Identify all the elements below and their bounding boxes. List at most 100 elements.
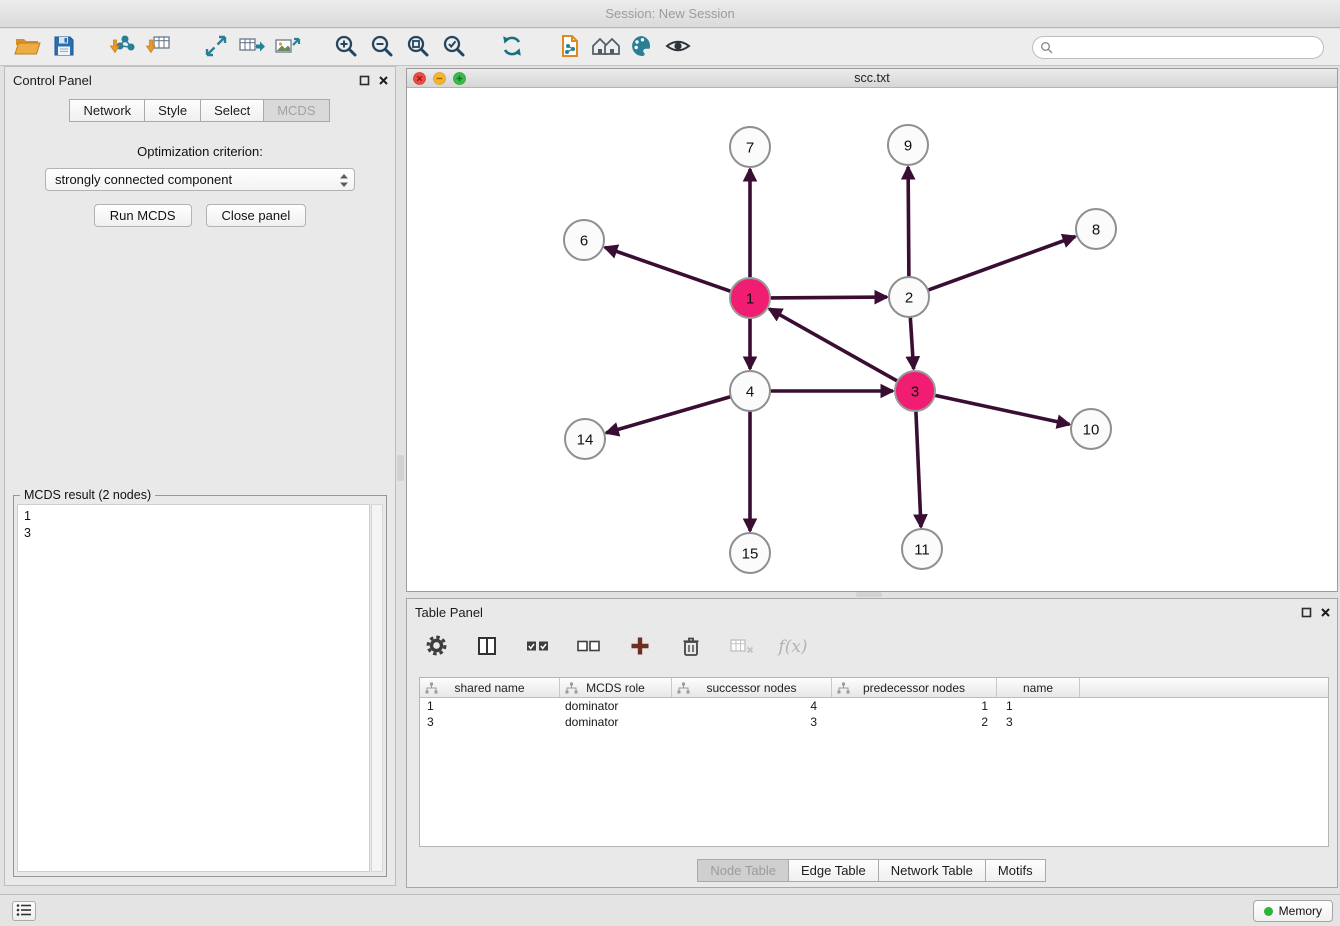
export-table-button[interactable] (234, 32, 270, 62)
graph-node-9[interactable]: 9 (888, 125, 928, 165)
network-window-titlebar[interactable]: scc.txt (407, 69, 1337, 88)
horizontal-splitter-handle[interactable] (856, 592, 882, 597)
zoom-out-button[interactable] (364, 32, 400, 62)
graph-node-11[interactable]: 11 (902, 529, 942, 569)
table-row[interactable]: 1 dominator 4 1 1 (420, 698, 1328, 714)
cell-name[interactable]: 1 (997, 699, 1080, 713)
column-header-mcds-role[interactable]: MCDS role (560, 678, 672, 697)
zoom-selected-button[interactable] (436, 32, 472, 62)
delete-row-button[interactable] (676, 632, 706, 662)
graph-node-1[interactable]: 1 (730, 278, 770, 318)
graph-node-2[interactable]: 2 (889, 277, 929, 317)
network-canvas[interactable]: 7 9 6 8 1 2 4 3 14 10 15 11 (407, 88, 1337, 593)
graph-node-10[interactable]: 10 (1071, 409, 1111, 449)
cell-predecessor-nodes[interactable]: 1 (832, 699, 997, 713)
tab-node-table[interactable]: Node Table (697, 859, 789, 882)
column-header-predecessor-nodes[interactable]: predecessor nodes (832, 678, 997, 697)
graph-edge-2-9[interactable] (908, 167, 909, 277)
window-titlebar[interactable]: Session: New Session (0, 0, 1340, 28)
plus-icon (629, 635, 651, 660)
zoom-out-icon (369, 33, 395, 62)
result-scrollbar[interactable] (371, 504, 383, 872)
column-header-successor-nodes[interactable]: successor nodes (672, 678, 832, 697)
mcds-result-text[interactable]: 1 3 (17, 504, 370, 872)
cell-successor-nodes[interactable]: 4 (672, 699, 832, 713)
refresh-layout-button[interactable] (494, 32, 530, 62)
deselect-all-columns-button[interactable] (574, 632, 604, 662)
cell-mcds-role[interactable]: dominator (560, 699, 672, 713)
run-mcds-button[interactable]: Run MCDS (94, 204, 192, 227)
zoom-in-button[interactable] (328, 32, 364, 62)
tab-style[interactable]: Style (144, 99, 201, 122)
cell-shared-name[interactable]: 3 (420, 715, 560, 729)
table-settings-button[interactable] (421, 632, 451, 662)
tab-network[interactable]: Network (69, 99, 145, 122)
graph-node-8[interactable]: 8 (1076, 209, 1116, 249)
import-network-button[interactable] (104, 32, 140, 62)
task-history-button[interactable] (12, 901, 36, 921)
graph-edge-3-11[interactable] (916, 411, 921, 527)
column-hierarchy-icon (565, 682, 578, 697)
column-header-name[interactable]: name (997, 678, 1080, 697)
function-builder-button[interactable]: f(x) (778, 632, 808, 662)
graph-node-7[interactable]: 7 (730, 127, 770, 167)
search-icon (1040, 41, 1053, 59)
column-header-shared-name[interactable]: shared name (420, 678, 560, 697)
memory-button[interactable]: Memory (1253, 900, 1333, 922)
search-input[interactable] (1032, 36, 1324, 59)
select-all-columns-button[interactable] (523, 632, 553, 662)
trash-icon (680, 635, 702, 660)
network-window-title: scc.txt (407, 69, 1337, 87)
table-panel-header: Table Panel (407, 599, 1337, 625)
graph-edge-1-6[interactable] (605, 247, 731, 291)
graph-edge-4-14[interactable] (606, 397, 731, 433)
cell-name[interactable]: 3 (997, 715, 1080, 729)
graph-node-14[interactable]: 14 (565, 419, 605, 459)
show-hide-panels-button[interactable] (660, 32, 696, 62)
cell-shared-name[interactable]: 1 (420, 699, 560, 713)
table-row[interactable]: 3 dominator 3 2 3 (420, 714, 1328, 730)
graph-node-3[interactable]: 3 (895, 371, 935, 411)
new-network-from-selection-button[interactable] (198, 32, 234, 62)
graph-edge-2-3[interactable] (910, 317, 913, 369)
column-hierarchy-icon (425, 682, 438, 697)
zoom-fit-button[interactable] (400, 32, 436, 62)
float-panel-icon[interactable] (359, 73, 370, 91)
close-panel-icon[interactable] (378, 73, 389, 91)
cell-successor-nodes[interactable]: 3 (672, 715, 832, 729)
apply-style-button[interactable] (624, 32, 660, 62)
tab-select[interactable]: Select (200, 99, 264, 122)
home-layout-button[interactable] (588, 32, 624, 62)
table-toolbar: f(x) (421, 625, 808, 669)
graph-edge-1-2[interactable] (770, 297, 887, 298)
close-panel-button[interactable]: Close panel (206, 204, 307, 227)
style-palette-icon (629, 33, 655, 62)
import-table-button[interactable] (140, 32, 176, 62)
open-file-button[interactable] (10, 32, 46, 62)
export-image-button[interactable] (270, 32, 306, 62)
table-panel-tabs: Node Table Edge Table Network Table Moti… (407, 859, 1337, 882)
delete-table-button[interactable] (727, 632, 757, 662)
close-panel-icon[interactable] (1320, 605, 1331, 623)
tab-network-table[interactable]: Network Table (878, 859, 986, 882)
criterion-dropdown[interactable]: strongly connected component (45, 168, 355, 191)
tab-motifs[interactable]: Motifs (985, 859, 1046, 882)
cell-mcds-role[interactable]: dominator (560, 715, 672, 729)
float-panel-icon[interactable] (1301, 605, 1312, 623)
graph-node-15[interactable]: 15 (730, 533, 770, 573)
add-row-button[interactable] (625, 632, 655, 662)
graph-edge-2-8[interactable] (928, 237, 1076, 291)
import-public-database-button[interactable] (552, 32, 588, 62)
graph-node-4[interactable]: 4 (730, 371, 770, 411)
tab-edge-table[interactable]: Edge Table (788, 859, 879, 882)
graph-edge-3-10[interactable] (935, 395, 1070, 424)
control-panel-tabs: Network Style Select MCDS (5, 99, 395, 122)
vertical-splitter-handle[interactable] (397, 455, 404, 481)
graph-node-6[interactable]: 6 (564, 220, 604, 260)
save-session-button[interactable] (46, 32, 82, 62)
memory-label: Memory (1279, 904, 1322, 918)
tab-mcds[interactable]: MCDS (263, 99, 329, 122)
show-columns-button[interactable] (472, 632, 502, 662)
cell-predecessor-nodes[interactable]: 2 (832, 715, 997, 729)
graph-edge-3-1[interactable] (769, 309, 897, 381)
